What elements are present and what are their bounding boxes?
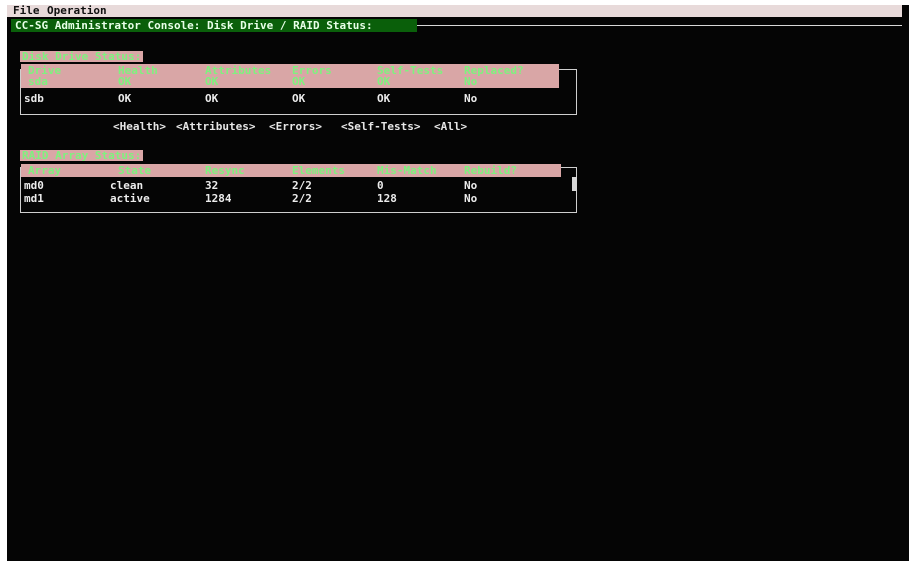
attributes-button[interactable]: <Attributes> (176, 121, 255, 133)
console-screen: File Operation CC-SG Administrator Conso… (7, 5, 909, 561)
disk-status-panel: Drive Health Attributes Errors Self-Test… (20, 64, 577, 115)
all-button[interactable]: <All> (434, 121, 467, 133)
raid-col-state: State (118, 164, 152, 177)
raid-row-md1-state: active (110, 192, 150, 205)
raid-col-mis-match: Mis-Match (377, 164, 437, 177)
raid-table-header: Array State Resync Elements Mis-Match Re… (21, 164, 561, 177)
raid-row-md0-elements: 2/2 (292, 179, 312, 192)
health-button[interactable]: <Health> (113, 121, 166, 133)
raid-col-elements: Elements (292, 164, 345, 177)
disk-row-sdb-health: OK (118, 92, 132, 105)
raid-row-md1-elements: 2/2 (292, 192, 312, 205)
raid-row-md0-resync: 32 (205, 179, 219, 192)
raid-row-md1-mis-match: 128 (377, 192, 397, 205)
disk-status-caption: Disk Drive Status: (20, 50, 144, 63)
scrollbar-thumb[interactable] (572, 177, 577, 191)
disk-table-header: Drive Health Attributes Errors Self-Test… (21, 64, 559, 88)
raid-row-md1-resync: 1284 (205, 192, 232, 205)
raid-row-md1-array: md1 (24, 192, 44, 205)
raid-col-rebuild: Rebuild? (464, 164, 517, 177)
raid-status-caption: RAID Array Status: (20, 149, 144, 162)
disk-row-sdb-drive: sdb (24, 92, 44, 105)
disk-row-sdb-replaced: No (464, 92, 478, 105)
raid-row-md0-array: md0 (24, 179, 44, 192)
menu-bar: File Operation (7, 5, 902, 17)
disk-row-sda-replaced: No (464, 75, 478, 88)
disk-row-sda-errors: OK (292, 75, 306, 88)
console-title: CC-SG Administrator Console: Disk Drive … (11, 19, 417, 32)
raid-row-md1-rebuild: No (464, 192, 478, 205)
title-divider (417, 25, 902, 26)
raid-col-array: Array (28, 164, 62, 177)
disk-row-sda-self-tests: OK (377, 75, 391, 88)
raid-row-md0-rebuild: No (464, 179, 478, 192)
disk-row-sdb-self-tests: OK (377, 92, 391, 105)
self-tests-button[interactable]: <Self-Tests> (341, 121, 420, 133)
disk-row-sda-attributes: OK (205, 75, 219, 88)
disk-row-sda-health: OK (118, 75, 132, 88)
raid-row-md0-mis-match: 0 (377, 179, 384, 192)
menu-operation[interactable]: Operation (47, 5, 107, 17)
errors-button[interactable]: <Errors> (269, 121, 322, 133)
disk-row-sdb-attributes: OK (205, 92, 219, 105)
raid-row-md0-state: clean (110, 179, 144, 192)
raid-col-resync: Resync (205, 164, 245, 177)
menu-file[interactable]: File (13, 5, 40, 17)
raid-status-panel: Array State Resync Elements Mis-Match Re… (20, 164, 577, 213)
disk-row-sdb-errors: OK (292, 92, 306, 105)
disk-row-sda-drive[interactable]: sda (28, 76, 48, 87)
